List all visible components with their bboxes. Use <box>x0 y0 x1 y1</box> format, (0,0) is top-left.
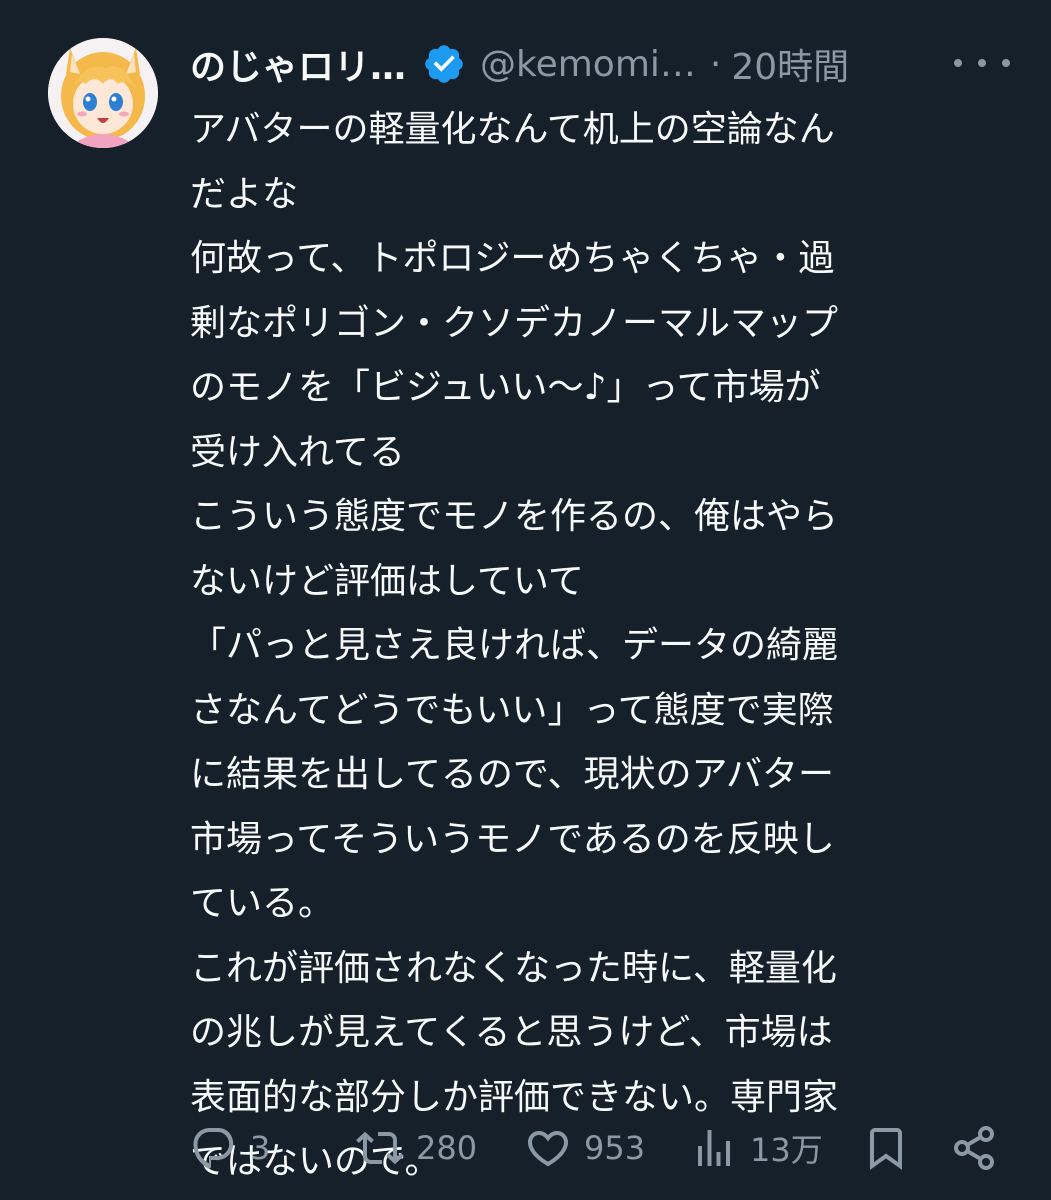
tweet-text-line: ている。 <box>190 883 335 924</box>
retweet-button[interactable]: 280 <box>356 1118 477 1178</box>
tweet-text-line: に結果を出してるので、現状のアバター <box>190 754 835 795</box>
bookmark-icon <box>862 1124 910 1172</box>
tweet-text-line: 市場ってそういうモノであるのを反映し <box>190 818 835 860</box>
tweet-text-line: これが評価されなくなった時に、軽量化 <box>190 947 837 989</box>
tweet-text-line: 剰なポリゴン・クソデカノーマルマップ <box>190 302 839 344</box>
tweet-text-line: 何故って、トポロジーめちゃくちゃ・過 <box>190 238 835 279</box>
tweet-text-line: こういう態度でモノを作るの、俺はやら <box>190 496 839 537</box>
bookmark-button[interactable] <box>862 1118 910 1178</box>
like-button[interactable]: 953 <box>524 1118 645 1178</box>
reply-count: 3 <box>250 1129 271 1167</box>
reply-button[interactable]: 3 <box>190 1118 270 1178</box>
retweet-icon <box>356 1124 404 1172</box>
timestamp[interactable]: 20時間 <box>731 38 849 90</box>
views-icon <box>690 1124 738 1172</box>
views-button[interactable]: 13万 <box>690 1118 823 1178</box>
tweet-text-line: ないけど評価はしていて <box>190 560 584 602</box>
reply-icon <box>190 1124 238 1172</box>
action-bar: 3 280 953 13万 <box>190 1118 1010 1178</box>
tweet-text-line: 「パっと見さえ良ければ、データの綺麗 <box>190 625 839 666</box>
tweet-text-line: だよな <box>190 173 299 215</box>
more-icon[interactable] <box>954 48 1010 78</box>
tweet-text-line: の兆しが見えてくると思うけど、市場は <box>190 1012 833 1053</box>
tweet-text-line: さなんてどうでもいい」って態度で実際 <box>190 689 834 731</box>
tweet-header: のじゃロリ… @kemomi… · 20時間 <box>190 36 1010 92</box>
tweet-text: アバターの軽量化なんて机上の空論なん だよな何故って、トポロジーめちゃくちゃ・過剰… <box>190 98 990 1195</box>
author-name[interactable]: のじゃロリ… <box>190 38 406 90</box>
separator: · <box>709 43 722 85</box>
views-count: 13万 <box>750 1131 823 1169</box>
avatar[interactable] <box>48 38 158 148</box>
verified-icon <box>422 42 466 86</box>
tweet-text-line: のモノを「ビジュいい〜♪」って市場が <box>190 367 821 408</box>
tweet-text-line: 受け入れてる <box>190 431 405 473</box>
like-count: 953 <box>584 1129 646 1167</box>
share-button[interactable] <box>950 1118 998 1178</box>
author-handle[interactable]: @kemomi… <box>480 44 696 85</box>
like-icon <box>524 1124 572 1172</box>
share-icon <box>950 1124 998 1172</box>
tweet-text-line: アバターの軽量化なんて机上の空論なん <box>190 109 835 150</box>
tweet: のじゃロリ… @kemomi… · 20時間 アバターの軽量化なんて机上の空論な… <box>0 0 1051 1200</box>
retweet-count: 280 <box>416 1129 478 1167</box>
